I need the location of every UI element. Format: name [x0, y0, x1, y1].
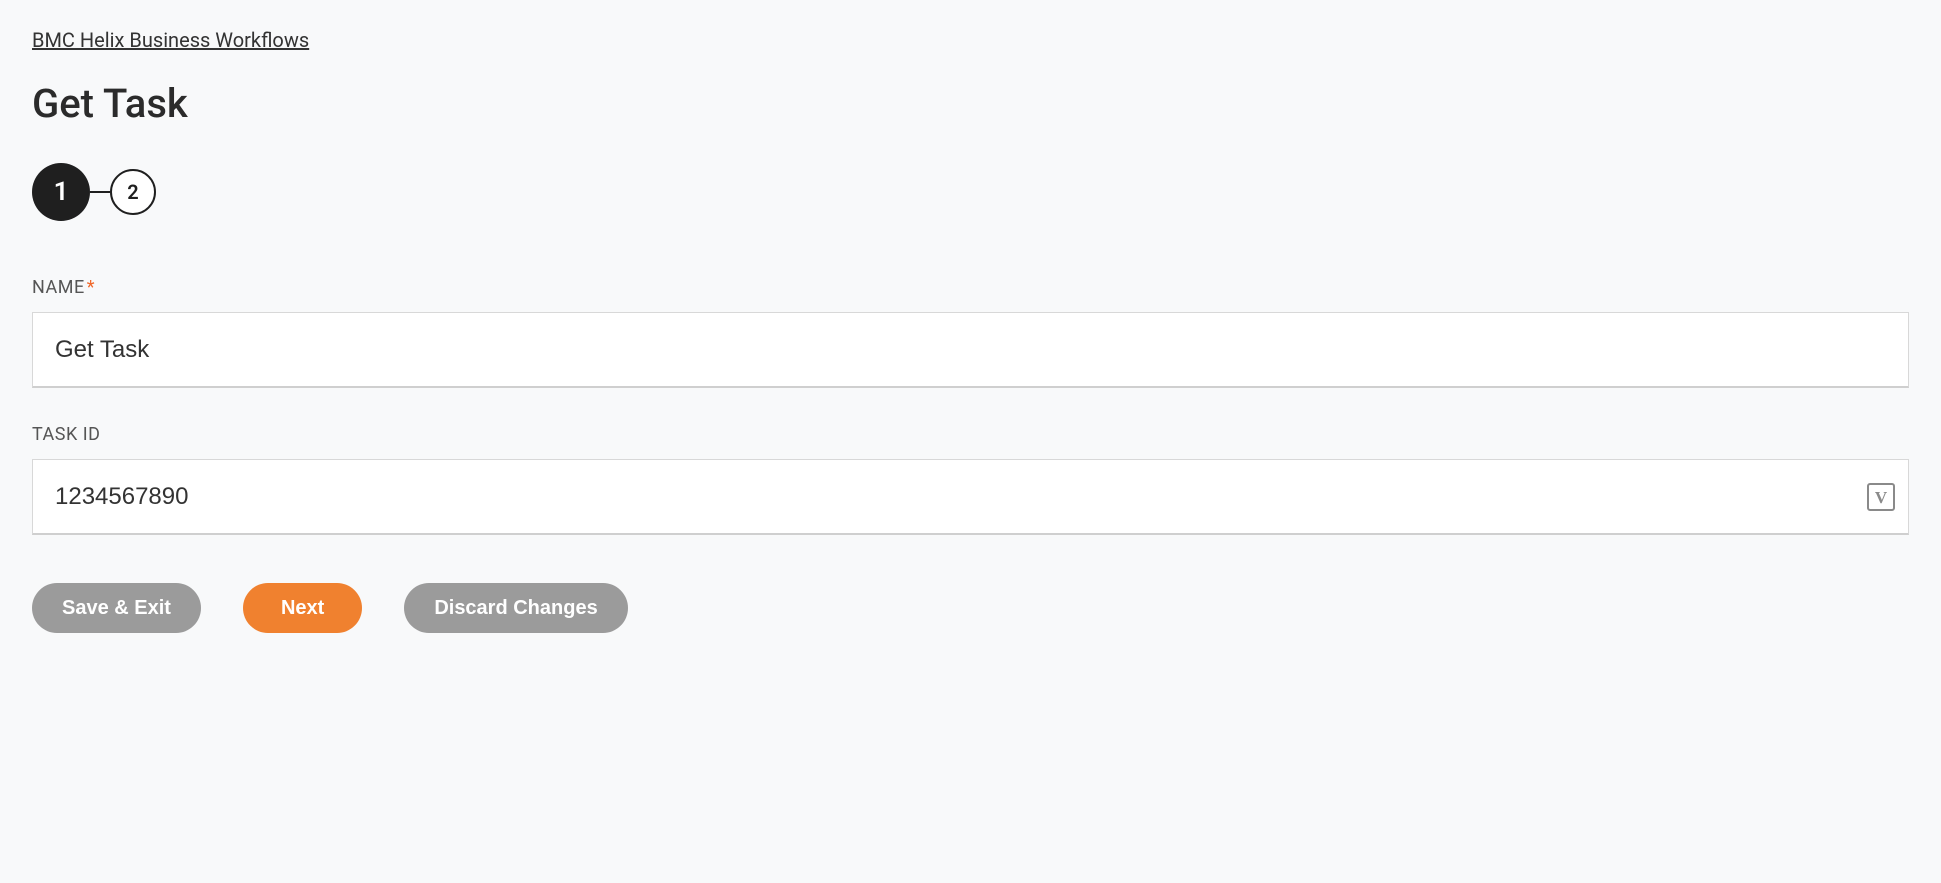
step-1[interactable]: 1 — [32, 163, 90, 221]
required-asterisk: * — [87, 277, 95, 298]
form-group-taskid: TASK ID V — [32, 424, 1909, 535]
step-connector — [90, 191, 110, 193]
name-input[interactable] — [32, 312, 1909, 388]
discard-changes-button[interactable]: Discard Changes — [404, 583, 627, 633]
breadcrumb-link[interactable]: BMC Helix Business Workflows — [32, 28, 309, 52]
name-label-text: NAME — [32, 277, 85, 298]
name-label: NAME* — [32, 277, 1909, 298]
save-exit-button[interactable]: Save & Exit — [32, 583, 201, 633]
action-bar: Save & Exit Next Discard Changes — [32, 583, 1909, 633]
stepper: 1 2 — [32, 163, 1909, 221]
step-2[interactable]: 2 — [110, 169, 156, 215]
variable-picker-icon[interactable]: V — [1867, 483, 1895, 511]
taskid-input[interactable] — [32, 459, 1909, 535]
page-title: Get Task — [32, 80, 1909, 127]
taskid-label: TASK ID — [32, 424, 1909, 445]
next-button[interactable]: Next — [243, 583, 362, 633]
form-group-name: NAME* — [32, 277, 1909, 388]
